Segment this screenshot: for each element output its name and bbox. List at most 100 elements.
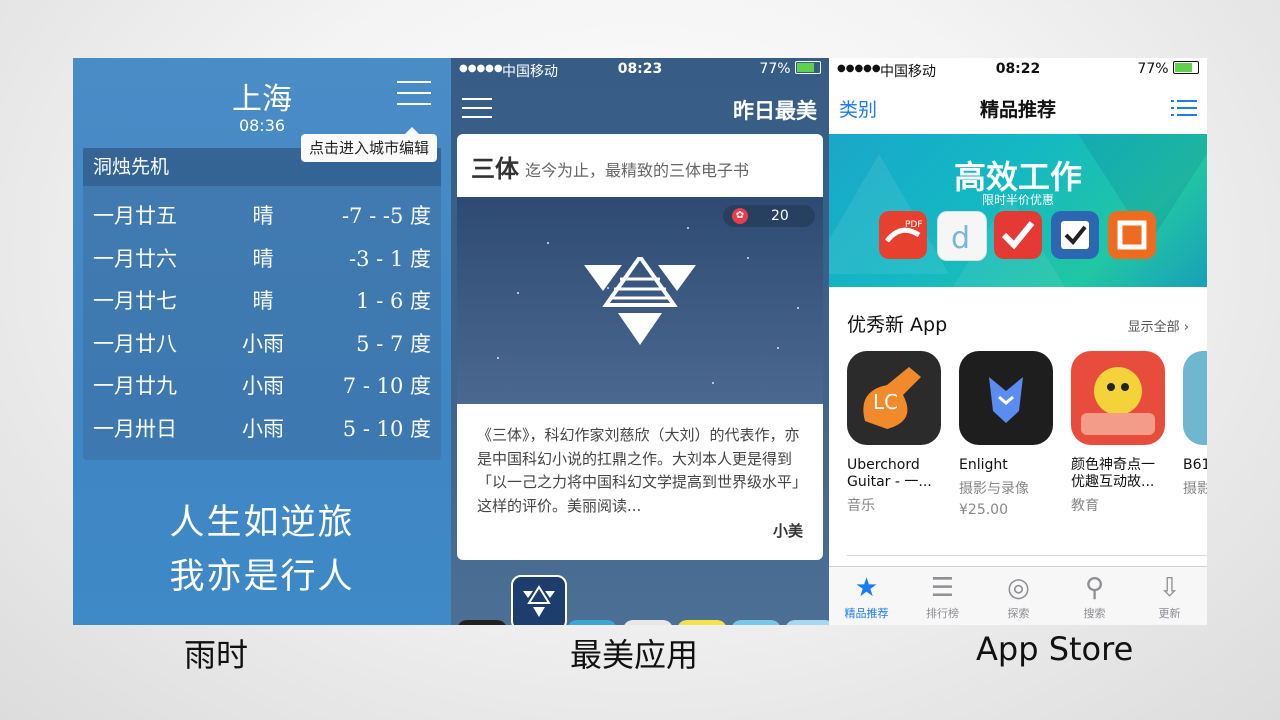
checklist-app-icon[interactable] xyxy=(1051,211,1099,259)
app-category: 摄影 xyxy=(1183,481,1207,497)
star-icon: ★ xyxy=(854,573,879,603)
app-category: 教育 xyxy=(1071,498,1099,514)
forecast-date: 一月卅日 xyxy=(93,417,177,441)
day-one-app-icon[interactable]: d xyxy=(937,211,987,261)
page-title: 昨日最美 xyxy=(733,99,817,123)
tab-featured[interactable]: ★ 精品推荐 xyxy=(829,567,904,625)
app-name: 颜色神奇点一优趣互动故... xyxy=(1071,457,1155,490)
page-title: 精品推荐 xyxy=(979,99,1056,121)
chevron-right-icon: › xyxy=(1183,320,1189,335)
city-edit-tooltip[interactable]: 点击进入城市编辑 xyxy=(301,127,437,162)
forecast-date: 一月廿六 xyxy=(93,247,177,271)
app-name: Uberchord Guitar - 一... xyxy=(847,457,932,490)
battery-indicator: 77% xyxy=(759,61,821,77)
city-name[interactable]: 上海 xyxy=(73,74,451,118)
download-icon: ⇩ xyxy=(1158,573,1181,603)
forecast-row: 一月卅日 小雨 5 - 10 度 xyxy=(83,413,441,453)
app-category: 音乐 xyxy=(847,498,875,514)
santi-logo-icon xyxy=(584,257,696,345)
tab-search[interactable]: ⚲ 搜索 xyxy=(1057,567,1132,625)
forecast-weather: 小雨 xyxy=(242,417,284,441)
tab-label: 排行榜 xyxy=(926,607,959,620)
battery-label: 77% xyxy=(759,61,791,77)
featured-banner[interactable]: 高效工作 限时半价优惠 PDF d xyxy=(829,134,1207,287)
forecast-temp: -3 - 1 度 xyxy=(349,247,431,271)
battery-icon xyxy=(1173,61,1199,74)
color-game-app-icon xyxy=(1071,351,1165,445)
app-description: 《三体》，科幻作家刘慈欣（大刘）的代表作，亦是中国科幻小说的扛鼎之作。大刘本人更… xyxy=(477,426,808,515)
app-name: B61拍 xyxy=(1183,457,1207,473)
forecast-row: 一月廿八 小雨 5 - 7 度 xyxy=(83,328,441,368)
tab-label: 精品推荐 xyxy=(844,607,889,620)
app-price: ¥25.00 xyxy=(959,502,1008,518)
uberchord-app-icon: LC xyxy=(847,351,941,445)
quote-line-2: 我亦是行人 xyxy=(169,557,355,597)
office-app-icon[interactable] xyxy=(1108,211,1156,259)
appstore-screenshot: ●●●●● 中国移动 08:22 77% 类别 精品推荐 高效工作 限时半价优惠… xyxy=(829,58,1207,625)
tab-top-charts[interactable]: ☰ 排行榜 xyxy=(905,567,980,625)
menu-icon[interactable] xyxy=(397,81,431,105)
svg-text:d: d xyxy=(951,221,970,256)
heart-icon: ✿ xyxy=(732,208,748,224)
pdf-app-icon[interactable]: PDF xyxy=(879,211,927,259)
forecast-row: 一月廿九 小雨 7 - 10 度 xyxy=(83,370,441,410)
tab-updates[interactable]: ⇩ 更新 xyxy=(1132,567,1207,625)
like-counter[interactable]: ✿ 20 xyxy=(723,205,815,227)
forecast-temp: 5 - 10 度 xyxy=(342,417,431,441)
app-title: 三体 xyxy=(471,155,519,183)
forecast-date: 一月廿五 xyxy=(93,204,177,228)
tab-label: 更新 xyxy=(1158,607,1181,620)
forecast-temp: 5 - 7 度 xyxy=(356,332,431,356)
forecast-weather: 晴 xyxy=(252,289,274,313)
caption-appstore: App Store xyxy=(976,630,1134,668)
show-all-label: 显示全部 xyxy=(1127,320,1180,335)
forecast-date: 一月廿九 xyxy=(93,374,177,398)
app-tile[interactable]: 颜色神奇点一优趣互动故... 教育 xyxy=(1071,351,1167,515)
forecast-row: 一月廿五 晴 -7 - -5 度 xyxy=(83,200,441,240)
app-tile[interactable]: Enlight 摄影与录像 ¥25.00 xyxy=(959,351,1055,518)
forecast-row: 一月廿七 晴 1 - 6 度 xyxy=(83,285,441,325)
app-tagline: 迄今为止，最精致的三体电子书 xyxy=(525,161,750,180)
section-title: 优秀新 App xyxy=(847,314,948,336)
tab-bar: ★ 精品推荐 ☰ 排行榜 ◎ 探索 ⚲ 搜索 ⇩ 更新 xyxy=(829,566,1207,625)
forecast-temp: 1 - 6 度 xyxy=(356,289,431,313)
forecast-weather: 小雨 xyxy=(242,332,284,356)
current-time: 08:36 xyxy=(238,116,286,135)
forecast-temp: -7 - -5 度 xyxy=(341,204,431,228)
quote-line-1: 人生如逆旅 xyxy=(169,503,355,543)
caption-yushi: 雨时 xyxy=(184,636,249,674)
divider xyxy=(847,555,1207,556)
show-all-link[interactable]: 显示全部 › xyxy=(1128,316,1189,335)
forecast-weather: 晴 xyxy=(252,247,274,271)
forecast-temp: 7 - 10 度 xyxy=(342,374,431,398)
featured-app-card[interactable]: 三体 迄今为止，最精致的三体电子书 ✿ 20 《三体》，科幻作家刘慈欣（大刘）的… xyxy=(457,134,823,560)
app-category: 摄影与录像 xyxy=(959,481,1029,497)
tab-explore[interactable]: ◎ 探索 xyxy=(981,567,1056,625)
app-tile[interactable]: B61拍 摄影 xyxy=(1183,351,1207,498)
todoist-app-icon[interactable] xyxy=(994,211,1042,259)
banner-subtitle: 限时半价优惠 xyxy=(981,193,1054,207)
yushi-screenshot: 上海 08:36 洞烛先机 一月廿五 晴 -7 - -5 度 一月廿六 晴 -3… xyxy=(73,58,451,625)
tab-label: 搜索 xyxy=(1083,607,1106,620)
status-bar: ●●●●● 中国移动 08:23 77% xyxy=(451,58,829,82)
zuimei-screenshot: ●●●●● 中国移动 08:23 77% 昨日最美 三体 迄今为止，最精致的三体… xyxy=(451,58,829,625)
forecast-weather: 晴 xyxy=(252,204,274,228)
app-name: Enlight xyxy=(959,457,1008,473)
author-name: 小美 xyxy=(772,522,803,540)
list-icon: ☰ xyxy=(930,573,955,603)
forecast-date: 一月廿八 xyxy=(93,332,177,356)
app-cover-image: ✿ 20 xyxy=(457,197,823,404)
forecast-weather: 小雨 xyxy=(242,374,284,398)
app-tile[interactable]: LC Uberchord Guitar - 一... 音乐 xyxy=(847,351,943,515)
list-view-icon[interactable] xyxy=(1171,100,1197,116)
battery-indicator: 77% xyxy=(1137,61,1199,77)
caption-zuimei: 最美应用 xyxy=(570,636,699,674)
b612-app-icon xyxy=(1183,351,1207,445)
battery-label: 77% xyxy=(1137,61,1169,77)
forecast-card: 洞烛先机 一月廿五 晴 -7 - -5 度 一月廿六 晴 -3 - 1 度 一月… xyxy=(83,148,441,460)
like-count: 20 xyxy=(771,208,789,224)
menu-icon[interactable] xyxy=(462,98,492,118)
svg-text:PDF: PDF xyxy=(905,220,923,230)
compass-icon: ◎ xyxy=(1007,573,1030,603)
search-icon: ⚲ xyxy=(1084,573,1105,603)
